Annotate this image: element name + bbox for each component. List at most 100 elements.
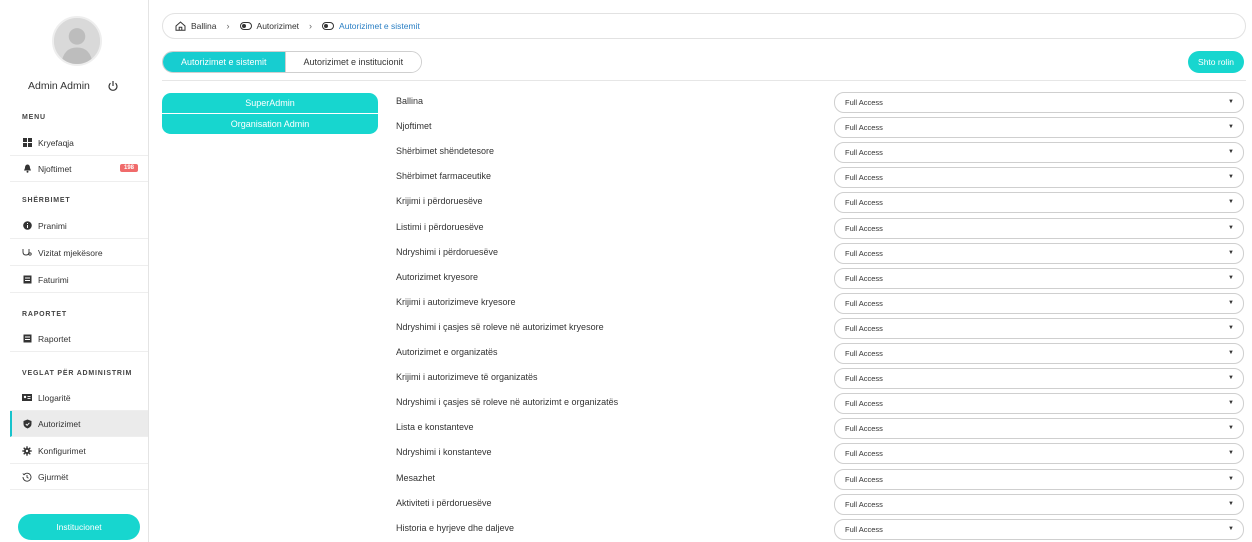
permission-select[interactable]: Full Access ▼ [834,117,1244,139]
permission-select[interactable]: Full Access ▼ [834,443,1244,465]
permission-select[interactable]: Full Access ▼ [834,518,1244,540]
caret-down-icon: ▼ [1228,249,1234,256]
sidebar-item-vizitat[interactable]: Vizitat mjekësore [10,240,148,266]
stethoscope-icon [22,248,32,258]
avatar[interactable] [52,16,102,66]
caret-down-icon: ▼ [1228,174,1234,181]
toggle-icon [239,22,252,30]
breadcrumb: Ballina › Autorizimet › Autorizimet e si… [162,13,1246,39]
breadcrumb-level1-label: Autorizimet [256,21,300,31]
caret-down-icon: ▼ [1228,274,1234,281]
institutions-button[interactable]: Institucionet [18,514,140,540]
chevron-right-icon: › [309,21,313,31]
permission-select-value: Full Access [845,273,883,283]
user-name: Admin Admin [28,80,90,92]
permission-select-value: Full Access [845,374,883,384]
sidebar-item-autorizimet[interactable]: Autorizimet [10,411,148,437]
permission-select[interactable]: Full Access ▼ [834,343,1244,364]
document-icon [22,334,32,344]
permission-row: Mesazhet Full Access ▼ [396,468,1246,491]
permission-row: Krijimi i përdoruesëve Full Access ▼ [396,192,1246,214]
caret-down-icon: ▼ [1228,324,1234,331]
toggle-icon [322,22,335,30]
permission-label: Autorizimet e organizatës [396,347,498,357]
permission-row: Ndryshimi i konstanteve Full Access ▼ [396,443,1246,465]
permission-select[interactable]: Full Access ▼ [834,493,1244,515]
info-icon [22,221,32,231]
role-item-superadmin[interactable]: SuperAdmin [162,93,378,114]
sidebar-item-kryefaqja[interactable]: Kryefaqja [10,130,148,156]
permission-row: Listimi i përdoruesëve Full Access ▼ [396,217,1246,240]
permission-label: Historia e hyrjeve dhe daljeve [396,522,515,533]
sidebar-item-faturimi[interactable]: Faturimi [10,267,148,293]
role-list: SuperAdmin Organisation Admin [162,93,378,135]
grid-icon [22,138,32,148]
power-icon[interactable] [107,80,119,92]
caret-down-icon: ▼ [1228,425,1234,432]
permission-label: Ndryshimi i konstanteve [396,447,492,458]
permission-label: Krijimi i përdoruesëve [396,196,483,207]
permission-select-value: Full Access [845,323,883,333]
chevron-right-icon: › [226,21,230,31]
sidebar-item-label: Llogaritë [38,392,71,403]
permission-row: Shërbimet farmaceutike Full Access ▼ [396,167,1246,189]
permission-select[interactable]: Full Access ▼ [834,167,1244,189]
shield-icon [22,419,32,429]
permission-select-value: Full Access [845,349,883,358]
permission-select[interactable]: Full Access ▼ [834,317,1244,339]
breadcrumb-autorizimet[interactable]: Autorizimet [239,21,300,31]
caret-down-icon: ▼ [1228,500,1234,507]
caret-down-icon: ▼ [1228,450,1234,457]
caret-down-icon: ▼ [1228,400,1234,407]
sidebar-item-njoftimet[interactable]: Njoftimet 198 [10,156,148,182]
tab-institution-authorizations[interactable]: Autorizimet e institucionit [284,52,422,72]
permission-select[interactable]: Full Access ▼ [834,142,1244,164]
permission-select[interactable]: Full Access ▼ [834,217,1244,239]
breadcrumb-current-label: Autorizimet e sistemit [339,21,420,31]
permission-select[interactable]: Full Access ▼ [834,292,1244,314]
permission-select[interactable]: Full Access ▼ [834,368,1244,390]
permission-select-value: Full Access [845,499,883,509]
section-admin: VEGLAT PËR ADMINISTRIM [22,370,133,377]
permission-row: Ndryshimi i përdoruesëve Full Access ▼ [396,242,1246,265]
sidebar-item-label: Kryefaqja [38,137,74,148]
sidebar-item-label: Pranimi [38,220,67,231]
permission-label: Aktiviteti i përdoruesëve [396,497,492,508]
caret-down-icon: ▼ [1228,224,1234,231]
permission-select[interactable]: Full Access ▼ [834,92,1244,113]
caret-down-icon: ▼ [1228,124,1234,131]
permission-label: Shërbimet shëndetesore [396,146,495,157]
caret-down-icon: ▼ [1228,299,1234,306]
sidebar-item-konfigurimet[interactable]: Konfigurimet [10,438,148,464]
sidebar-item-label: Gjurmët [38,471,69,482]
caret-down-icon: ▼ [1228,149,1234,156]
permission-label: Ballina [396,96,424,106]
caret-down-icon: ▼ [1228,350,1234,356]
sidebar-item-raportet[interactable]: Raportet [10,326,148,352]
permission-select[interactable]: Full Access ▼ [834,267,1244,289]
caret-down-icon: ▼ [1228,375,1234,382]
permission-select-value: Full Access [845,248,883,258]
sidebar-item-llogarite[interactable]: Llogaritë [10,385,148,411]
permission-select[interactable]: Full Access ▼ [834,468,1244,490]
permission-select[interactable]: Full Access ▼ [834,418,1244,440]
permission-select[interactable]: Full Access ▼ [834,192,1244,214]
sidebar-item-label: Konfigurimet [38,445,86,456]
permission-select[interactable]: Full Access ▼ [834,242,1244,264]
permission-row: Njoftimet Full Access ▼ [396,117,1246,139]
permission-select-value: Full Access [845,449,883,459]
permission-select-value: Full Access [845,173,883,183]
sidebar-item-gjurmet[interactable]: Gjurmët [10,464,148,490]
tab-system-authorizations[interactable]: Autorizimet e sistemit [163,52,285,72]
sidebar-item-pranimi[interactable]: Pranimi [10,213,148,239]
home-icon [175,21,186,31]
add-role-button[interactable]: Shto rolin [1188,51,1244,73]
role-item-organisation-admin[interactable]: Organisation Admin [162,114,378,135]
section-reports: RAPORTET [22,311,67,318]
breadcrumb-home[interactable]: Ballina [175,21,217,31]
permission-select[interactable]: Full Access ▼ [834,393,1244,415]
permission-row: Ndryshimi i çasjes së roleve në autorizi… [396,393,1246,415]
document-icon [22,275,32,285]
sidebar-item-label: Autorizimet [38,418,81,429]
breadcrumb-home-label: Ballina [191,21,217,31]
